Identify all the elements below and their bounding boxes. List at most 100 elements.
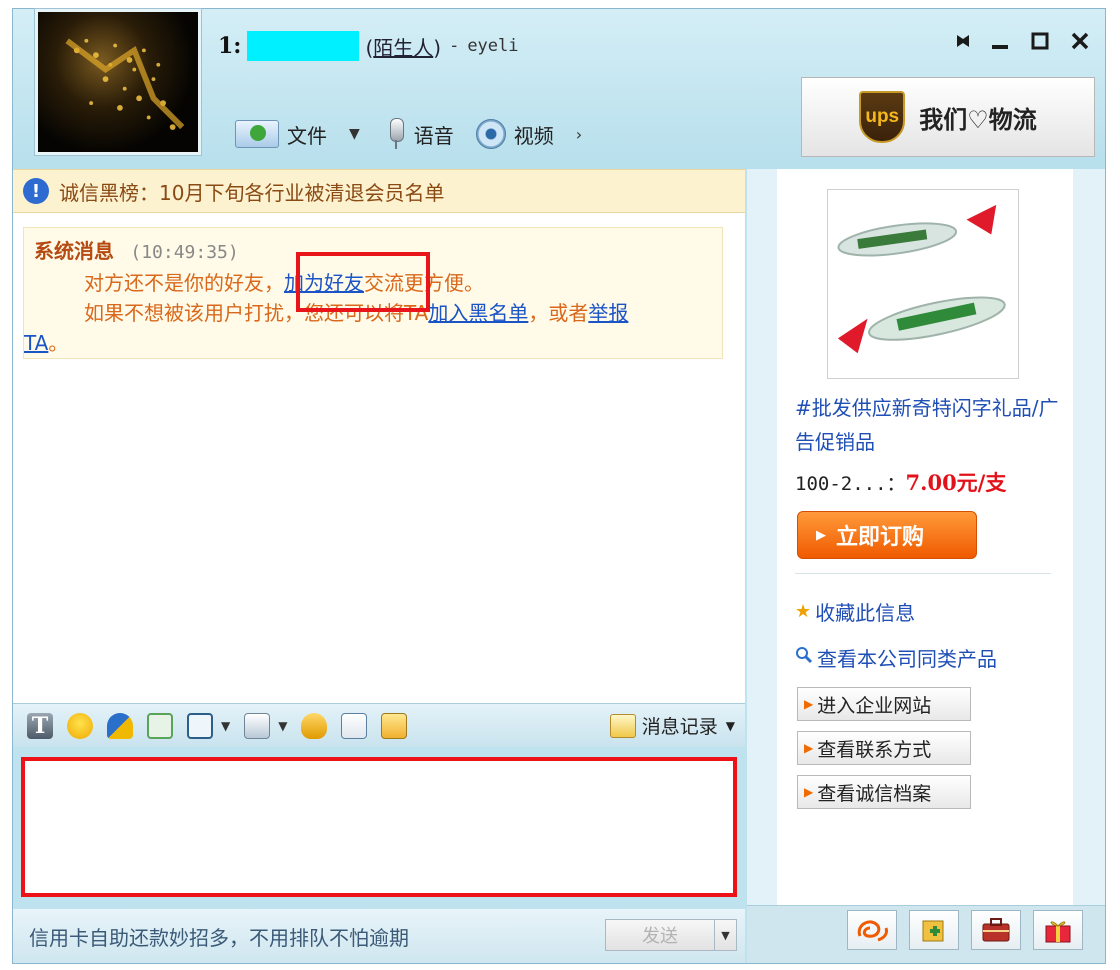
emoticon-icon[interactable] [67, 712, 93, 739]
side-tab-bar [747, 905, 1105, 963]
enter-company-site-label: 进入企业网站 [817, 694, 932, 717]
bell-icon[interactable] [301, 712, 328, 739]
avatar-image [65, 38, 185, 130]
favorite-label: 收藏此信息 [815, 601, 916, 625]
favorite-link[interactable]: ★ 收藏此信息 [795, 597, 915, 626]
buy-now-label: 立即订购 [836, 525, 925, 550]
maximize-icon[interactable] [1029, 27, 1051, 55]
arrow-right-icon: ▶ [804, 741, 814, 755]
note-icon[interactable] [341, 712, 368, 739]
system-message-time: (10:49:35) [130, 242, 239, 263]
arrow-right-icon: ▶ [804, 785, 814, 799]
gift-icon[interactable] [1033, 910, 1083, 950]
line3-suffix: 。 [48, 331, 69, 355]
relation-label: (陌生人) [365, 35, 442, 60]
file-share-dropdown-arrow-icon[interactable]: ▼ [278, 719, 287, 733]
star-icon: ★ [795, 601, 812, 622]
voice-label: 语音 [413, 123, 454, 148]
price-value: 7.00元/支 [905, 470, 1007, 495]
video-button[interactable]: 视频 [475, 119, 554, 149]
message-history[interactable]: 系统消息 (10:49:35) 对方还不是你的好友，加为好友交流更方便。 如果不… [13, 213, 745, 703]
view-credit-record-button[interactable]: ▶ 查看诚信档案 [797, 775, 971, 809]
file-dropdown-arrow-icon[interactable]: ▼ [349, 126, 360, 142]
highlight-box [296, 252, 430, 312]
file-share-icon[interactable] [244, 712, 271, 739]
view-credit-record-label: 查看诚信档案 [817, 782, 932, 805]
report-ta-link[interactable]: TA [24, 331, 48, 355]
relation-link[interactable]: 陌生人 [373, 36, 433, 60]
view-contact-label: 查看联系方式 [817, 738, 932, 761]
title-row: 1: (陌生人) - eyeli [218, 31, 519, 61]
video-label: 视频 [513, 123, 554, 148]
screenshot-dropdown-arrow-icon[interactable]: ▼ [221, 719, 230, 733]
product-title-link[interactable]: #批发供应新奇特闪字礼品/广告促销品 [795, 391, 1065, 459]
history-dropdown-arrow-icon[interactable]: ▼ [726, 719, 735, 733]
similar-products-link[interactable]: 查看本公司同类产品 [795, 643, 997, 672]
history-icon [609, 713, 636, 738]
product-image[interactable] [827, 189, 1019, 379]
font-icon[interactable]: T [27, 712, 53, 739]
blacklist-link[interactable]: 加入黑名单 [428, 301, 528, 325]
arrow-right-icon: ▶ [804, 697, 814, 711]
screenshot-icon[interactable] [187, 712, 213, 739]
line2-mid: ，或者 [528, 301, 589, 325]
screen-shake-icon[interactable] [147, 712, 173, 739]
side-divider [795, 573, 1051, 574]
chat-header: 1: (陌生人) - eyeli 文件 ▼ 语音 视频 › ups 我们♡物流 [13, 9, 1105, 169]
window-controls [949, 27, 1091, 55]
file-button[interactable]: 文件 [235, 120, 327, 149]
history-label: 消息记录 [641, 716, 718, 738]
file-label: 文件 [287, 123, 327, 148]
send-options-dropdown-icon[interactable]: ▼ [715, 919, 737, 951]
minimize-icon[interactable] [989, 27, 1011, 55]
footer-tip-link[interactable]: 信用卡自助还款妙招多，不用排队不怕逾期 [29, 922, 409, 951]
pin-icon[interactable] [949, 27, 971, 55]
system-message-line-3: TA。 [24, 328, 712, 358]
magnifier-icon [795, 646, 813, 669]
play-arrow-icon: ▶ [816, 527, 826, 543]
side-ad-content: #批发供应新奇特闪字礼品/广告促销品 100-2...：7.00元/支 ▶ 立即… [777, 169, 1073, 905]
chat-toolbar: 文件 ▼ 语音 视频 › [235, 113, 608, 155]
title-separator: - [449, 36, 460, 56]
side-ad-panel: #批发供应新奇特闪字礼品/广告促销品 100-2...：7.00元/支 ▶ 立即… [747, 169, 1105, 905]
username: eyeli [467, 36, 519, 56]
file-transfer-icon [235, 120, 279, 148]
avatar[interactable] [35, 9, 201, 155]
briefcase-icon[interactable] [971, 910, 1021, 950]
price-separator: ： [886, 473, 906, 495]
report-link[interactable]: 举报 [588, 301, 628, 325]
similar-products-label: 查看本公司同类产品 [817, 647, 997, 671]
alibaba-icon[interactable] [847, 910, 897, 950]
webcam-icon [475, 119, 506, 149]
magic-icon[interactable] [107, 712, 133, 739]
enter-company-site-button[interactable]: ▶ 进入企业网站 [797, 687, 971, 721]
notice-text: 诚信黑榜：10月下旬各行业被清退会员名单 [59, 180, 445, 205]
close-icon[interactable] [1069, 27, 1091, 55]
notice-bar[interactable]: ! 诚信黑榜：10月下旬各行业被清退会员名单 [13, 169, 745, 213]
input-toolbar: T ▼ ▼ 消息记录 ▼ [13, 703, 745, 747]
microphone-icon [386, 118, 406, 150]
buy-now-button[interactable]: ▶ 立即订购 [797, 511, 977, 559]
contact-id: 1: [218, 33, 242, 59]
price-quantity: 100-2... [795, 473, 887, 495]
info-icon: ! [23, 178, 49, 204]
send-controls: 发送 ▼ [605, 919, 737, 951]
system-message: 系统消息 (10:49:35) 对方还不是你的好友，加为好友交流更方便。 如果不… [23, 227, 723, 359]
toolbar-more-arrow-icon[interactable]: › [576, 125, 582, 144]
chat-window: 1: (陌生人) - eyeli 文件 ▼ 语音 视频 › ups 我们♡物流 … [12, 8, 1106, 964]
system-message-sender: 系统消息 [34, 239, 114, 263]
footer-bar: 信用卡自助还款妙招多，不用排队不怕逾期 发送 ▼ [13, 909, 745, 963]
voice-button[interactable]: 语音 [386, 118, 454, 150]
add-contact-icon[interactable] [909, 910, 959, 950]
ups-ad-banner[interactable]: ups 我们♡物流 [801, 77, 1095, 157]
view-contact-button[interactable]: ▶ 查看联系方式 [797, 731, 971, 765]
message-history-button[interactable]: 消息记录 ▼ [609, 712, 735, 739]
transfer-icon[interactable] [381, 712, 408, 739]
ad-banner-text: 我们♡物流 [919, 105, 1037, 134]
send-button[interactable]: 发送 [605, 919, 715, 951]
message-input[interactable] [21, 757, 737, 897]
line1-prefix: 对方还不是你的好友， [84, 271, 284, 295]
redacted-mask [247, 31, 360, 61]
ups-logo: ups [859, 91, 906, 143]
product-price: 100-2...：7.00元/支 [795, 467, 1006, 497]
